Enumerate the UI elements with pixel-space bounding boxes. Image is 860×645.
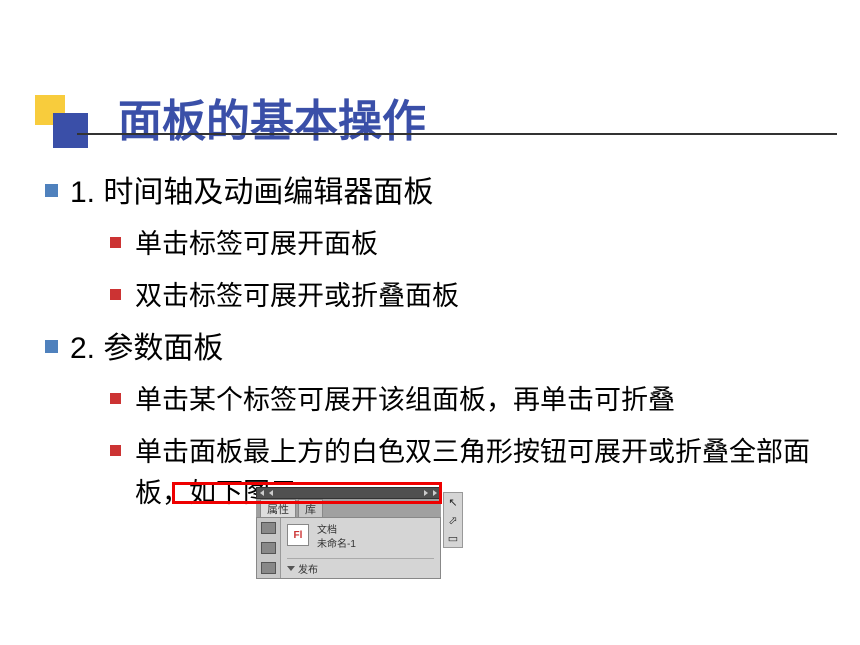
bullet-square-icon xyxy=(45,340,58,353)
bullet-square-icon xyxy=(45,184,58,197)
subselection-tool-icon: ⬀ xyxy=(447,514,459,526)
document-info: 文档 未命名-1 xyxy=(317,524,356,552)
list-item: 单击标签可展开面板 xyxy=(110,224,825,266)
sidebar-icon xyxy=(261,522,276,534)
list-item: 2. 参数面板 xyxy=(45,328,825,370)
bullet-square-icon xyxy=(110,289,121,300)
bullet-text: 双击标签可展开或折叠面板 xyxy=(135,276,459,318)
bullet-text: 单击某个标签可展开该组面板，再单击可折叠 xyxy=(135,380,675,422)
panel-sidebar xyxy=(257,518,281,578)
highlight-box xyxy=(172,482,442,504)
panel-body: Fl 文档 未命名-1 发布 xyxy=(256,517,441,579)
section-heading: 1. 时间轴及动画编辑器面板 xyxy=(70,172,433,214)
publish-row: 发布 xyxy=(287,558,434,576)
flash-icon: Fl xyxy=(287,524,309,546)
panel-main: Fl 文档 未命名-1 发布 xyxy=(281,518,440,578)
title-underline xyxy=(77,133,837,135)
document-row: Fl 文档 未命名-1 xyxy=(287,524,434,552)
list-item: 1. 时间轴及动画编辑器面板 xyxy=(45,172,825,214)
bullet-square-icon xyxy=(110,445,121,456)
content-area: 1. 时间轴及动画编辑器面板 单击标签可展开面板 双击标签可展开或折叠面板 2.… xyxy=(45,172,825,525)
publish-label: 发布 xyxy=(298,561,318,576)
doc-name-label: 未命名-1 xyxy=(317,538,356,552)
blue-square-icon xyxy=(53,113,88,148)
bullet-text: 单击标签可展开面板 xyxy=(135,224,378,266)
bullet-square-icon xyxy=(110,237,121,248)
sidebar-icon xyxy=(261,562,276,574)
sidebar-icon xyxy=(261,542,276,554)
triangle-down-icon xyxy=(287,566,295,571)
bullet-square-icon xyxy=(110,393,121,404)
doc-type-label: 文档 xyxy=(317,524,356,538)
section-heading: 2. 参数面板 xyxy=(70,328,223,370)
selection-tool-icon: ↖ xyxy=(447,496,459,508)
slide-title: 面板的基本操作 xyxy=(118,85,426,149)
list-item: 单击某个标签可展开该组面板，再单击可折叠 xyxy=(110,380,825,422)
tools-panel: ↖ ⬀ ▭ xyxy=(443,492,463,548)
transform-tool-icon: ▭ xyxy=(447,532,459,544)
list-item: 双击标签可展开或折叠面板 xyxy=(110,276,825,318)
